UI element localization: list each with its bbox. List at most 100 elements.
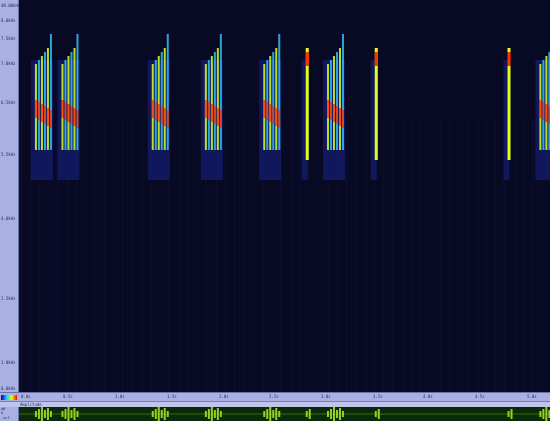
call-burst xyxy=(301,48,309,180)
noise-streak xyxy=(466,120,468,392)
waveform-peak xyxy=(40,407,43,421)
harmonic-line xyxy=(67,56,70,150)
noise-streak xyxy=(242,120,244,392)
noise-streak xyxy=(225,120,227,392)
peak-band xyxy=(213,106,216,124)
harmonic-line xyxy=(216,48,219,150)
harmonic-line xyxy=(166,34,169,150)
waveform-peak xyxy=(308,409,311,419)
waveform-peak xyxy=(49,411,52,417)
y-label: 2.5kHz xyxy=(1,296,16,301)
noise-streak xyxy=(514,120,516,392)
peak-band xyxy=(46,108,49,126)
waveform-peak xyxy=(510,409,513,419)
peak-band xyxy=(160,106,163,124)
x-label: 1.5s xyxy=(167,394,177,399)
harmonic-line xyxy=(76,34,79,150)
harmonic-line xyxy=(46,48,49,150)
harmonic-line xyxy=(210,56,213,150)
noise-streak xyxy=(196,120,198,392)
call-burst xyxy=(370,48,378,180)
harmonic-line xyxy=(335,52,338,150)
peak-band xyxy=(219,110,222,128)
waveform-peak xyxy=(329,409,332,419)
harmonic-line xyxy=(341,34,344,150)
color-scale-gradient xyxy=(1,395,17,400)
waveform-plot xyxy=(19,407,550,421)
amplitude-axis: dB 0 -inf xyxy=(0,407,19,421)
y-label: 7.0kHz xyxy=(1,61,16,66)
color-scale xyxy=(0,392,19,401)
peak-band xyxy=(204,100,207,118)
noise-streak xyxy=(477,120,479,392)
peak-band xyxy=(305,52,309,66)
peak-band xyxy=(73,108,76,126)
harmonic-line xyxy=(278,34,281,150)
peak-band xyxy=(266,102,269,120)
noise-streak xyxy=(345,120,347,392)
spectrogram-app: 48.00kHz 8.0kHz 7.5kHz 7.0kHz 6.5kHz 5.5… xyxy=(0,0,550,421)
peak-band xyxy=(275,108,278,126)
waveform-peak xyxy=(332,407,335,421)
noise-streak xyxy=(486,120,488,392)
noise-streak xyxy=(56,120,58,392)
x-label: 4.5s xyxy=(475,394,485,399)
waveform-peak xyxy=(507,411,510,417)
peak-band xyxy=(329,102,332,120)
noise-streak xyxy=(299,120,301,392)
peak-band xyxy=(61,100,64,118)
waveform-peak xyxy=(305,411,308,417)
amp-label: -inf xyxy=(1,416,10,420)
peak-band xyxy=(507,52,511,66)
y-label: 6.5kHz xyxy=(1,100,16,105)
noise-streak xyxy=(29,120,31,392)
peak-band xyxy=(332,104,335,122)
x-label: 3.5s xyxy=(373,394,383,399)
waveform-peak xyxy=(61,411,64,417)
noise-streak xyxy=(449,120,450,392)
harmonic-line xyxy=(163,48,166,150)
waveform-peak xyxy=(166,411,169,417)
noise-streak xyxy=(392,120,393,392)
y-label: 8.0kHz xyxy=(1,18,16,23)
waveform-peak xyxy=(67,407,70,421)
x-label: 3.0s xyxy=(321,394,331,399)
harmonic-line xyxy=(219,34,222,150)
spectrogram-canvas[interactable] xyxy=(19,0,550,392)
spectrogram-plot xyxy=(19,34,550,392)
y-label-top: 48.00kHz xyxy=(1,3,21,8)
call-burst xyxy=(147,34,170,180)
waveform-peak xyxy=(43,410,46,418)
x-label: 0.5s xyxy=(63,394,73,399)
peak-band xyxy=(37,102,40,120)
noise-streak xyxy=(411,120,413,392)
x-label: 1.0s xyxy=(115,394,125,399)
waveform-peak xyxy=(266,409,269,419)
harmonic-line xyxy=(545,56,548,150)
peak-band xyxy=(326,100,329,118)
peak-band xyxy=(539,100,542,118)
harmonic-line xyxy=(40,56,43,150)
waveform-peak xyxy=(154,409,157,419)
noise-streak xyxy=(429,120,431,392)
peak-band xyxy=(34,100,37,118)
x-label: 4.0s xyxy=(423,394,433,399)
waveform-peak xyxy=(338,408,341,420)
waveform-peak xyxy=(151,411,154,417)
noise-streak xyxy=(234,120,235,392)
noise-streak xyxy=(420,120,422,392)
harmonic-line xyxy=(160,52,163,150)
waveform-peak xyxy=(341,411,344,417)
waveform-peak xyxy=(160,410,163,418)
noise-streak xyxy=(113,120,115,392)
call-burst xyxy=(503,48,511,180)
noise-streak xyxy=(495,120,497,392)
call-burst xyxy=(535,52,550,180)
harmonic-line xyxy=(70,52,73,150)
waveform-peak xyxy=(539,411,542,417)
harmonic-line xyxy=(269,56,272,150)
noise-streak xyxy=(187,120,189,392)
waveform-canvas[interactable] xyxy=(19,407,550,421)
harmonic-line xyxy=(157,56,160,150)
noise-streak xyxy=(365,120,367,392)
